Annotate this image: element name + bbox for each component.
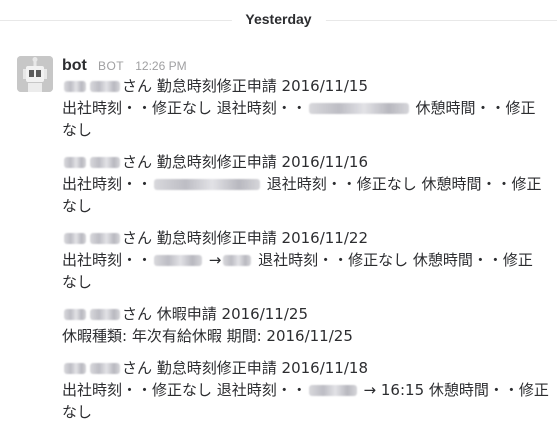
message-item: さん 勤怠時刻修正申請 2016/11/22 出社時刻・・ → 退社時刻・・修正… xyxy=(62,227,542,293)
message-body: 出社時刻・・修正なし 退社時刻・・ → 16:15 休憩時間・・修正 xyxy=(62,379,549,401)
message-body-text: 出社時刻・・修正なし 退社時刻・・ xyxy=(62,381,307,399)
redacted-name xyxy=(64,233,86,244)
message-body-text: 出社時刻・・修正なし 退社時刻・・ xyxy=(62,99,307,117)
redacted-name xyxy=(90,363,120,374)
message-timestamp[interactable]: 12:26 PM xyxy=(135,59,186,73)
message-title: さん 勤怠時刻修正申請 2016/11/16 xyxy=(62,151,542,173)
message-body-wrap: なし xyxy=(62,197,93,215)
message-title-text: さん 休暇申請 2016/11/25 xyxy=(122,305,308,323)
redacted-name xyxy=(64,309,86,320)
message-body-text: 出社時刻・・ xyxy=(62,175,153,193)
message-header: bot BOT 12:26 PM xyxy=(62,55,187,77)
message-body-text: → xyxy=(204,251,222,269)
bot-badge: BOT xyxy=(97,59,125,73)
message-body-text: 休憩時間・・修正 xyxy=(410,99,536,117)
message-title: さん 勤怠時刻修正申請 2016/11/22 xyxy=(62,227,542,249)
message-body: 出社時刻・・修正なし 退社時刻・・ 休憩時間・・修正 xyxy=(62,97,542,119)
message-item: さん 休暇申請 2016/11/25 休暇種類: 年次有給休暇 期間: 2016… xyxy=(62,303,542,347)
redacted-value xyxy=(308,385,357,396)
message-body: 休暇種類: 年次有給休暇 期間: 2016/11/25 xyxy=(62,325,542,347)
message-body-text: 休暇種類: 年次有給休暇 期間: 2016/11/25 xyxy=(62,327,353,345)
message-title: さん 休暇申請 2016/11/25 xyxy=(62,303,542,325)
redacted-value xyxy=(223,255,252,266)
redacted-name xyxy=(64,81,86,92)
message-list: さん 勤怠時刻修正申請 2016/11/15 出社時刻・・修正なし 退社時刻・・… xyxy=(62,75,549,423)
sender-name[interactable]: bot xyxy=(62,57,87,74)
message-body-text: → 16:15 休憩時間・・修正 xyxy=(358,381,549,399)
redacted-name xyxy=(90,81,120,92)
redacted-name xyxy=(64,157,86,168)
redacted-value xyxy=(154,179,261,190)
redacted-value xyxy=(154,255,203,266)
message-body-text: 退社時刻・・修正なし 休憩時間・・修正 xyxy=(262,175,542,193)
day-divider-label[interactable]: Yesterday xyxy=(231,9,326,29)
message-item: さん 勤怠時刻修正申請 2016/11/18 出社時刻・・修正なし 退社時刻・・… xyxy=(62,357,549,423)
message-body: 出社時刻・・ → 退社時刻・・修正なし 休憩時間・・修正 xyxy=(62,249,542,271)
message-title-text: さん 勤怠時刻修正申請 2016/11/18 xyxy=(122,359,368,377)
bot-avatar-icon[interactable] xyxy=(17,56,53,92)
redacted-name xyxy=(90,233,120,244)
redacted-name xyxy=(90,157,120,168)
message-body-wrap: なし xyxy=(62,273,93,291)
message-item: さん 勤怠時刻修正申請 2016/11/16 出社時刻・・ 退社時刻・・修正なし… xyxy=(62,151,542,217)
message-title: さん 勤怠時刻修正申請 2016/11/18 xyxy=(62,357,542,379)
message-body: 出社時刻・・ 退社時刻・・修正なし 休憩時間・・修正 xyxy=(62,173,542,195)
redacted-name xyxy=(64,363,86,374)
message-body-text: 出社時刻・・ xyxy=(62,251,153,269)
message-body-wrap: なし xyxy=(62,403,93,421)
redacted-name xyxy=(90,309,120,320)
day-divider: Yesterday xyxy=(0,0,557,40)
message-title-text: さん 勤怠時刻修正申請 2016/11/16 xyxy=(122,153,368,171)
message-item: さん 勤怠時刻修正申請 2016/11/15 出社時刻・・修正なし 退社時刻・・… xyxy=(62,75,542,141)
redacted-value xyxy=(308,103,409,114)
message-title-text: さん 勤怠時刻修正申請 2016/11/22 xyxy=(122,229,368,247)
message-title: さん 勤怠時刻修正申請 2016/11/15 xyxy=(62,75,542,97)
message-body-text: 退社時刻・・修正なし 休憩時間・・修正 xyxy=(253,251,533,269)
message-title-text: さん 勤怠時刻修正申請 2016/11/15 xyxy=(122,77,368,95)
message-body-wrap: なし xyxy=(62,121,93,139)
